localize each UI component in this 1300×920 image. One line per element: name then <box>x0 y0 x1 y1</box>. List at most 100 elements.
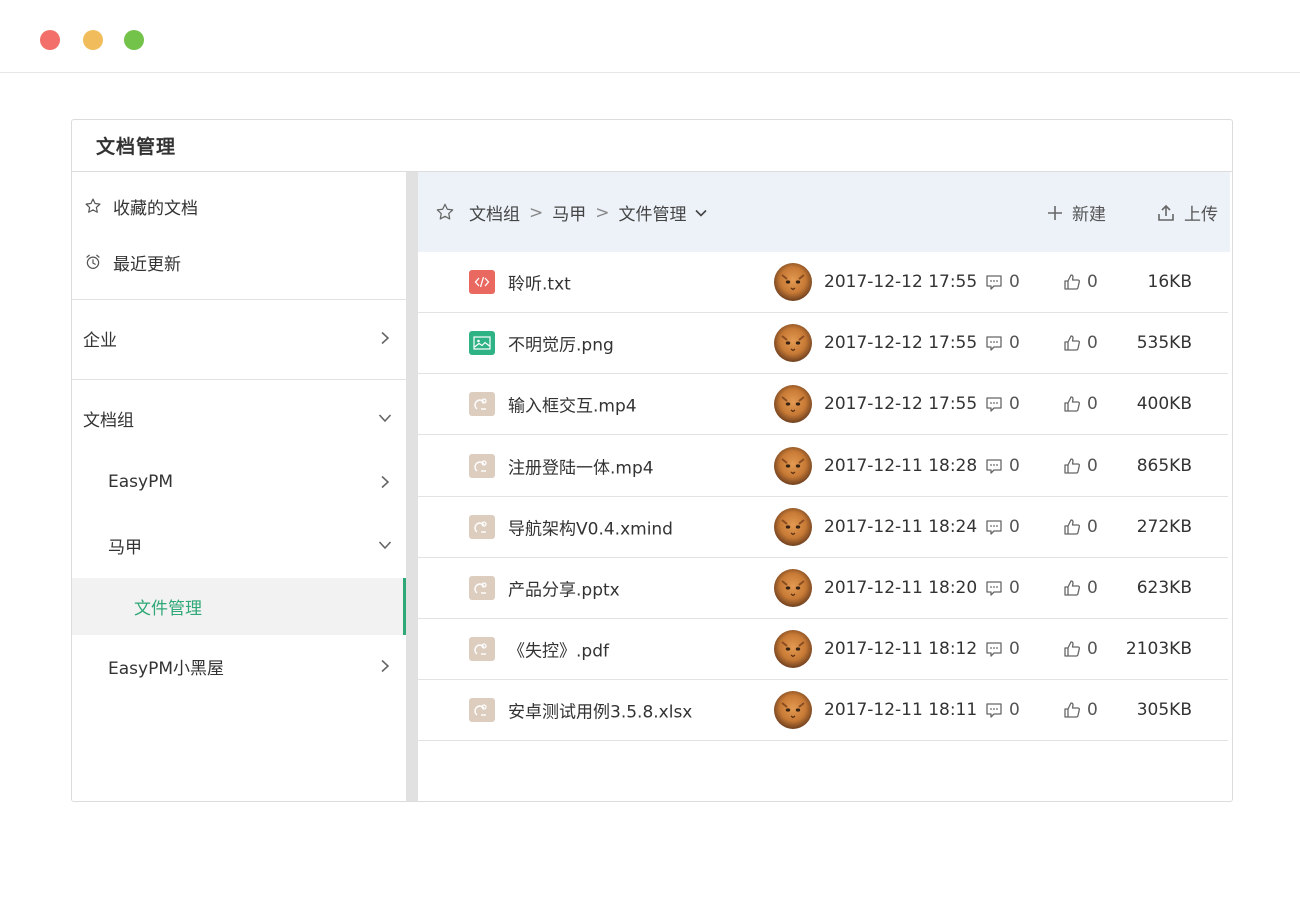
modified-date: 2017-12-11 18:11 <box>824 700 978 721</box>
like-count[interactable]: 0 <box>1063 639 1098 659</box>
file-name[interactable]: 安卓测试用例3.5.8.xlsx <box>508 698 692 723</box>
comment-icon <box>985 273 1009 291</box>
modified-date: 2017-12-12 17:55 <box>824 333 978 354</box>
minimize-window-button[interactable] <box>83 30 103 50</box>
maximize-window-button[interactable] <box>124 30 144 50</box>
comment-icon <box>985 640 1009 658</box>
like-count-value: 0 <box>1087 272 1098 292</box>
comment-count[interactable]: 0 <box>985 578 1020 598</box>
sidebar-item-easypm-room[interactable]: EasyPM小黑屋 <box>72 644 406 688</box>
comment-icon <box>985 579 1009 597</box>
sidebar: 收藏的文档 最近更新 企业 文档组 EasyPM 马甲 文件管理 EasyPM小… <box>72 172 406 801</box>
chevron-right-icon <box>378 475 392 489</box>
sidebar-item-favorites[interactable]: 收藏的文档 <box>72 184 406 228</box>
thumbs-up-icon <box>1063 457 1087 475</box>
alarm-clock-icon <box>83 252 103 272</box>
comment-count-value: 0 <box>1009 333 1020 354</box>
modified-date: 2017-12-11 18:24 <box>824 516 978 537</box>
sidebar-item-docgroup[interactable]: 文档组 <box>72 396 406 440</box>
breadcrumb-item[interactable]: 文件管理 <box>619 200 687 225</box>
like-count[interactable]: 0 <box>1063 456 1098 476</box>
comment-count[interactable]: 0 <box>985 700 1020 720</box>
star-icon[interactable] <box>435 202 455 222</box>
table-row[interactable]: 注册登陆一体.mp4 2017-12-11 18:28 0 0 865KB <box>418 436 1228 497</box>
comment-count[interactable]: 0 <box>985 272 1020 292</box>
comment-count[interactable]: 0 <box>985 517 1020 537</box>
file-name[interactable]: 注册登陆一体.mp4 <box>508 453 654 478</box>
sidebar-item-label: 最近更新 <box>113 254 181 275</box>
chevron-right-icon <box>378 331 392 345</box>
like-count-value: 0 <box>1087 578 1098 598</box>
file-name[interactable]: 输入框交互.mp4 <box>508 392 637 417</box>
file-name[interactable]: 导航架构V0.4.xmind <box>508 514 673 539</box>
comment-count[interactable]: 0 <box>985 394 1020 414</box>
sidebar-item-file-management[interactable]: 文件管理 <box>72 578 406 635</box>
modified-date: 2017-12-11 18:20 <box>824 578 978 598</box>
like-count[interactable]: 0 <box>1063 272 1098 292</box>
like-count-value: 0 <box>1087 394 1098 415</box>
sidebar-divider <box>72 379 406 380</box>
sidebar-item-recent[interactable]: 最近更新 <box>72 240 406 284</box>
file-name[interactable]: 聆听.txt <box>508 270 571 295</box>
comment-count-value: 0 <box>1009 272 1020 292</box>
file-size: 16KB <box>1147 272 1192 292</box>
sidebar-resize-handle[interactable] <box>406 172 418 801</box>
breadcrumb-item[interactable]: 文档组 <box>469 200 520 225</box>
upload-button[interactable]: 上传 <box>1156 200 1218 225</box>
sidebar-item-enterprise[interactable]: 企业 <box>72 316 406 360</box>
close-window-button[interactable] <box>40 30 60 50</box>
like-count-value: 0 <box>1087 516 1098 537</box>
like-count[interactable]: 0 <box>1063 394 1098 414</box>
thumbs-up-icon <box>1063 579 1087 597</box>
document-management-panel: 文档管理 收藏的文档 最近更新 企业 文档组 EasyPM 马甲 文件管理 Ea… <box>71 119 1233 802</box>
sidebar-item-label: 文档组 <box>83 410 134 431</box>
upload-icon <box>1158 204 1174 221</box>
sidebar-item-label: 收藏的文档 <box>113 198 198 219</box>
sidebar-item-label: EasyPM小黑屋 <box>108 658 224 679</box>
new-button[interactable]: 新建 <box>1046 200 1106 225</box>
modified-date: 2017-12-11 18:28 <box>824 455 978 476</box>
sidebar-item-majia[interactable]: 马甲 <box>72 523 406 567</box>
table-row[interactable]: 产品分享.pptx 2017-12-11 18:20 0 0 623KB <box>418 558 1228 619</box>
comment-count[interactable]: 0 <box>985 333 1020 353</box>
comment-count-value: 0 <box>1009 516 1020 537</box>
file-name[interactable]: 《失控》.pdf <box>508 637 609 662</box>
plus-icon <box>1048 205 1062 220</box>
breadcrumb-separator: > <box>595 202 610 223</box>
table-row[interactable]: 安卓测试用例3.5.8.xlsx 2017-12-11 18:11 0 0 305KB <box>418 680 1228 742</box>
comment-count-value: 0 <box>1009 578 1020 598</box>
breadcrumb-separator: > <box>529 202 544 223</box>
sidebar-item-label: EasyPM <box>108 472 173 492</box>
comment-icon <box>985 701 1009 719</box>
avatar <box>774 691 812 730</box>
chevron-down-icon <box>378 411 392 425</box>
thumbs-up-icon <box>1063 701 1087 719</box>
table-row[interactable]: 《失控》.pdf 2017-12-11 18:12 0 0 2103KB <box>418 619 1228 681</box>
generic-file-icon <box>469 392 495 417</box>
breadcrumb-item[interactable]: 马甲 <box>552 200 586 225</box>
table-row[interactable]: 输入框交互.mp4 2017-12-12 17:55 0 0 400KB <box>418 374 1228 436</box>
like-count[interactable]: 0 <box>1063 517 1098 537</box>
comment-count[interactable]: 0 <box>985 456 1020 476</box>
sidebar-item-easypm[interactable]: EasyPM <box>72 460 406 504</box>
like-count[interactable]: 0 <box>1063 578 1098 598</box>
sidebar-item-label: 马甲 <box>108 537 142 558</box>
image-file-icon <box>469 331 495 356</box>
table-row[interactable]: 导航架构V0.4.xmind 2017-12-11 18:24 0 0 272KB <box>418 497 1228 558</box>
sidebar-item-label: 企业 <box>83 330 117 351</box>
modified-date: 2017-12-11 18:12 <box>824 639 978 660</box>
like-count-value: 0 <box>1087 639 1098 660</box>
file-size: 272KB <box>1136 516 1192 537</box>
avatar <box>774 324 812 363</box>
like-count[interactable]: 0 <box>1063 700 1098 720</box>
table-row[interactable]: 聆听.txt 2017-12-12 17:55 0 0 16KB <box>418 252 1228 313</box>
comment-count-value: 0 <box>1009 700 1020 721</box>
like-count[interactable]: 0 <box>1063 333 1098 353</box>
table-row[interactable]: 不明觉厉.png 2017-12-12 17:55 0 0 535KB <box>418 313 1228 375</box>
file-size: 623KB <box>1136 578 1192 598</box>
file-name[interactable]: 产品分享.pptx <box>508 576 620 601</box>
chevron-down-icon[interactable] <box>694 207 707 219</box>
generic-file-icon <box>469 698 495 723</box>
comment-count[interactable]: 0 <box>985 639 1020 659</box>
file-name[interactable]: 不明觉厉.png <box>508 331 614 356</box>
